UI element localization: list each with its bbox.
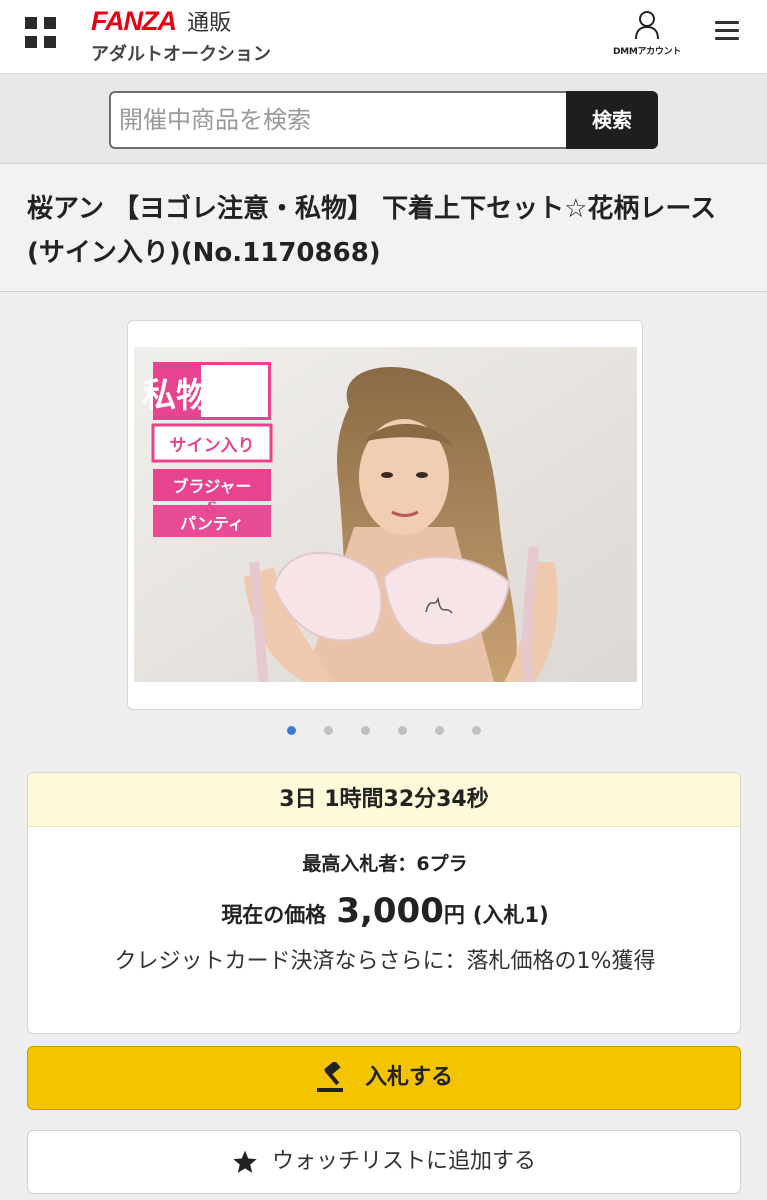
badge-signed: サイン入り — [170, 436, 255, 456]
site-header: FANZA 通販 アダルトオークション DMMアカウント — [0, 0, 767, 74]
credit-card-note: クレジットカード決済ならさらに：落札価格の1%獲得 — [114, 949, 656, 974]
current-price-row: 現在の価格 3,000円 (入札1) — [28, 891, 740, 931]
gavel-icon — [316, 1060, 343, 1092]
search-input[interactable]: 開催中商品を検索 — [109, 91, 567, 149]
carousel-dot[interactable] — [323, 726, 333, 735]
carousel-dots — [0, 726, 767, 738]
badge-bra: ブラジャー — [173, 477, 252, 496]
carousel-dot[interactable] — [360, 726, 370, 735]
star-icon — [233, 1150, 257, 1173]
time-remaining: 3日 1時間32分34秒 — [28, 773, 740, 827]
search-button[interactable]: 検索 — [566, 91, 658, 149]
hamburger-menu-icon[interactable] — [715, 21, 739, 41]
account-button[interactable]: DMMアカウント — [607, 10, 687, 57]
add-to-watchlist-button[interactable]: ウォッチリストに追加する — [27, 1130, 741, 1194]
product-photo-illustration: 私物 サイン入り ブラジャー & パンティ — [134, 347, 637, 682]
search-bar: 開催中商品を検索 検索 — [0, 74, 767, 164]
bid-button[interactable]: 入札する — [27, 1046, 741, 1110]
item-title: 桜アン 【ヨゴレ注意・私物】 下着上下セット☆花柄レース(サイン入り)(No.1… — [27, 194, 717, 268]
bid-count: (入札1) — [472, 903, 549, 927]
high-bidder: 最高入札者：6プラ — [302, 853, 468, 875]
product-photo: 私物 サイン入り ブラジャー & パンティ — [134, 347, 637, 682]
carousel-dot[interactable] — [397, 726, 407, 735]
badge-private-left: 私物 — [142, 376, 210, 416]
carousel-dot[interactable] — [471, 726, 481, 735]
brand-service-label: 通販 — [187, 11, 232, 36]
grid-icon[interactable] — [25, 17, 57, 49]
price-value: 3,000 — [336, 891, 444, 931]
fanza-logo: FANZA — [91, 5, 177, 36]
carousel-dot[interactable] — [286, 726, 296, 735]
bid-button-label: 入札する — [364, 1065, 453, 1090]
account-label: DMMアカウント — [613, 47, 681, 57]
title-section: 桜アン 【ヨゴレ注意・私物】 下着上下セット☆花柄レース(サイン入り)(No.1… — [0, 165, 767, 292]
brand-subtitle: アダルトオークション — [91, 44, 271, 65]
carousel-dot[interactable] — [434, 726, 444, 735]
price-unit: 円 — [443, 903, 465, 927]
brand-logo-link[interactable]: FANZA 通販 — [91, 5, 232, 37]
price-label: 現在の価格 — [221, 903, 327, 927]
auction-info-panel: 3日 1時間32分34秒 最高入札者：6プラ 現在の価格 3,000円 (入札1) … — [27, 772, 741, 1034]
user-icon — [635, 11, 659, 40]
product-image-card[interactable]: 私物 サイン入り ブラジャー & パンティ — [127, 320, 643, 710]
watch-button-label: ウォッチリストに追加する — [271, 1149, 536, 1174]
badge-panty: パンティ — [180, 514, 244, 533]
